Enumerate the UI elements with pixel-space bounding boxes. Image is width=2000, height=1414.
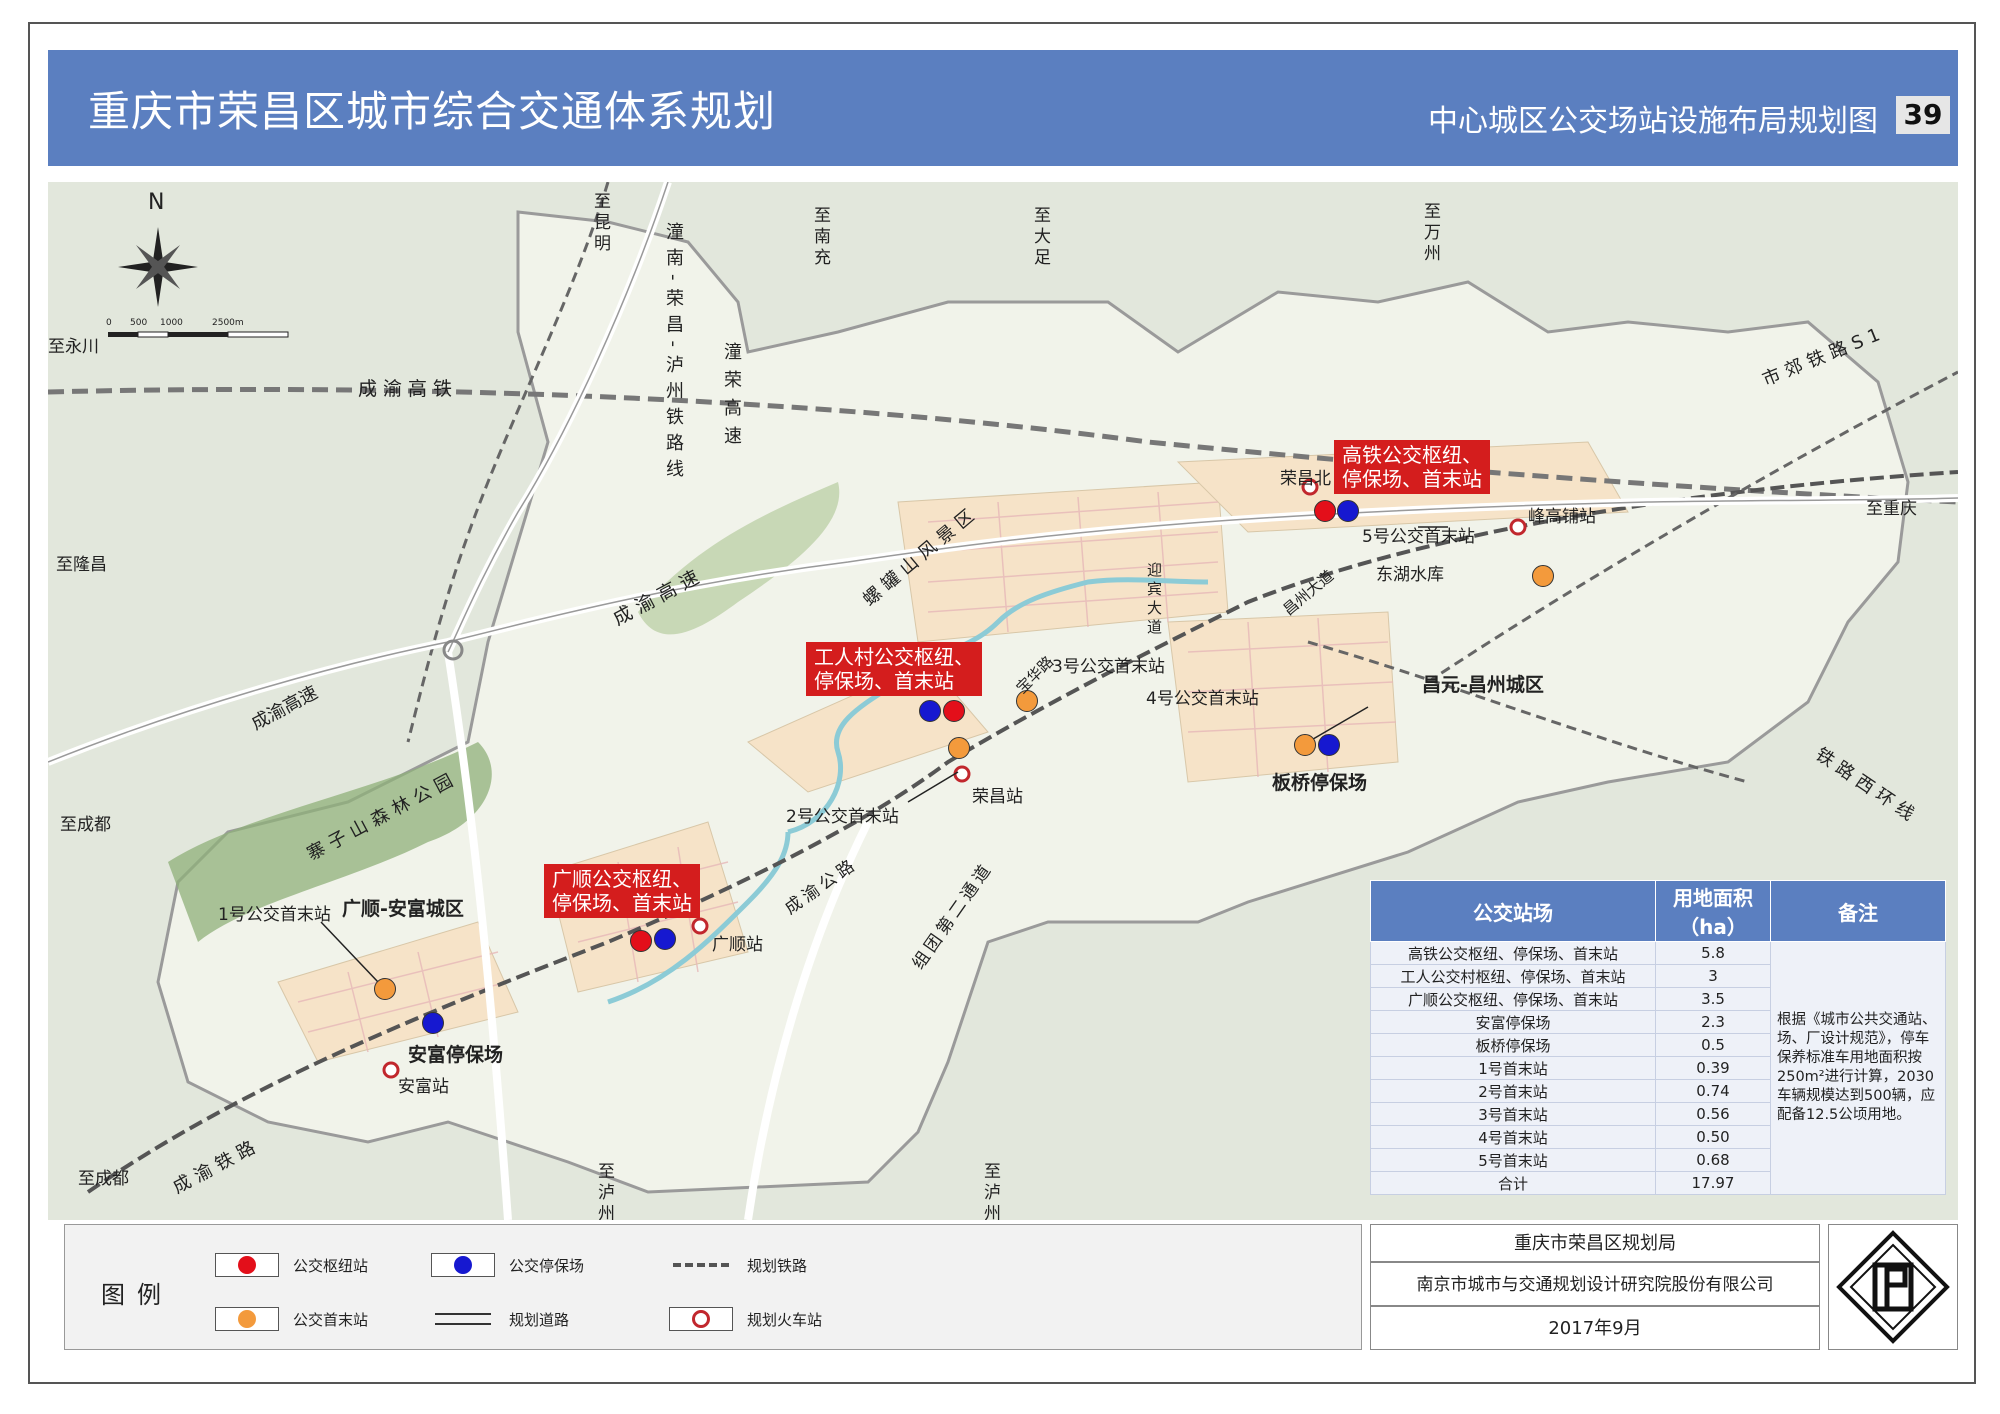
dashed-rail-icon bbox=[669, 1253, 733, 1277]
table-header-station: 公交站场 bbox=[1370, 880, 1656, 942]
legend: 图例 公交枢纽站 公交停保场 规划铁路 公交首末站 规划道路 规划火车站 bbox=[64, 1224, 1362, 1350]
scale-bar bbox=[108, 331, 289, 338]
header-bar: 重庆市荣昌区城市综合交通体系规划 中心城区公交场站设施布局规划图 39 bbox=[48, 50, 1958, 166]
scale-label-0: 0 bbox=[106, 318, 112, 328]
terminal-label-3: 3号公交首末站 bbox=[1052, 657, 1165, 677]
direction-label: 至永川 bbox=[48, 337, 99, 357]
table-header-note: 备注 bbox=[1770, 880, 1946, 942]
hub-icon bbox=[215, 1253, 279, 1277]
page-number: 39 bbox=[1896, 96, 1950, 134]
depot-label-anfu: 安富停保场 bbox=[408, 1044, 504, 1066]
road-icon bbox=[431, 1307, 495, 1331]
scale-label-1000: 1000 bbox=[160, 318, 183, 328]
legend-item-rail: 规划铁路 bbox=[669, 1253, 807, 1277]
terminal-marker-2[interactable] bbox=[948, 737, 970, 759]
hub-label-hsr: 高铁公交枢纽、 停保场、首末站 bbox=[1334, 440, 1490, 494]
direction-label: 至大足 bbox=[1030, 206, 1050, 269]
scale-label-2500: 2500m bbox=[212, 318, 244, 328]
direction-label: 至成都 bbox=[60, 815, 111, 835]
direction-label: 至泸州 bbox=[980, 1162, 1000, 1220]
train-station-icon bbox=[669, 1307, 733, 1331]
direction-label: 至万州 bbox=[1420, 202, 1440, 265]
designer-name: 南京市城市与交通规划设计研究院股份有限公司 bbox=[1370, 1262, 1820, 1306]
terminal-label-4: 4号公交首末站 bbox=[1146, 689, 1259, 709]
road-label: 迎宾大道 bbox=[1145, 562, 1163, 638]
direction-label: 至昆明 bbox=[590, 192, 610, 255]
legend-item-train: 规划火车站 bbox=[669, 1307, 822, 1331]
legend-item-hub: 公交枢纽站 bbox=[215, 1253, 368, 1277]
hub-label-gongren: 工人村公交枢纽、 停保场、首末站 bbox=[806, 642, 982, 696]
direction-label: 至泸州 bbox=[594, 1162, 614, 1220]
hub-marker-hsr[interactable] bbox=[1314, 500, 1336, 522]
area-label: 广顺-安富城区 bbox=[342, 898, 464, 920]
area-label: 昌元-昌州城区 bbox=[1422, 674, 1544, 696]
direction-label: 至隆昌 bbox=[56, 555, 107, 575]
area-label: 东湖水库 bbox=[1376, 565, 1444, 585]
map-subtitle: 中心城区公交场站设施布局规划图 bbox=[1428, 104, 1878, 139]
hub-label-guangshun: 广顺公交枢纽、 停保场、首末站 bbox=[544, 864, 700, 918]
depot-marker-gongren[interactable] bbox=[919, 700, 941, 722]
station-label: 峰高铺站 bbox=[1528, 507, 1596, 527]
direction-label: 至成都 bbox=[78, 1169, 129, 1189]
legend-item-terminal: 公交首末站 bbox=[215, 1307, 368, 1331]
legend-item-road: 规划道路 bbox=[431, 1307, 569, 1331]
north-label: N bbox=[148, 190, 165, 215]
terminal-icon bbox=[215, 1307, 279, 1331]
direction-label: 至重庆 bbox=[1866, 499, 1917, 519]
institute-logo-icon bbox=[1836, 1230, 1950, 1344]
hub-marker-gongren[interactable] bbox=[943, 700, 965, 722]
depot-marker-hsr[interactable] bbox=[1337, 500, 1359, 522]
depot-marker-anfu[interactable] bbox=[422, 1012, 444, 1034]
hub-marker-guangshun[interactable] bbox=[630, 930, 652, 952]
station-label: 荣昌站 bbox=[972, 787, 1023, 807]
page-title: 重庆市荣昌区城市综合交通体系规划 bbox=[88, 87, 777, 136]
road-label: 成渝高铁 bbox=[358, 378, 459, 400]
road-label: 潼南-荣昌-泸州铁路线 bbox=[663, 222, 684, 485]
station-land-table: 公交站场 用地面积（ha） 备注 高铁公交枢纽、停保场、首末站 5.8 根据《城市… bbox=[1370, 880, 1946, 1195]
station-label: 安富站 bbox=[398, 1077, 449, 1097]
road-label: 潼荣高速 bbox=[721, 342, 742, 454]
scale-label-500: 500 bbox=[130, 318, 148, 328]
legend-item-depot: 公交停保场 bbox=[431, 1253, 584, 1277]
institute-logo bbox=[1828, 1224, 1958, 1350]
table-header-area: 用地面积（ha） bbox=[1655, 880, 1771, 942]
terminal-label-5: 5号公交首末站 bbox=[1362, 527, 1475, 547]
issue-date: 2017年9月 bbox=[1370, 1306, 1820, 1350]
terminal-marker-5[interactable] bbox=[1532, 565, 1554, 587]
terminal-marker-1[interactable] bbox=[374, 978, 396, 1000]
station-label: 广顺站 bbox=[712, 935, 763, 955]
client-name: 重庆市荣昌区规划局 bbox=[1370, 1224, 1820, 1262]
station-label: 荣昌北 bbox=[1280, 469, 1331, 489]
credits-block: 重庆市荣昌区规划局 南京市城市与交通规划设计研究院股份有限公司 2017年9月 bbox=[1370, 1224, 1820, 1350]
terminal-label-1: 1号公交首末站 bbox=[218, 905, 331, 925]
depot-label-banqiao: 板桥停保场 bbox=[1272, 772, 1368, 794]
terminal-marker-4[interactable] bbox=[1294, 734, 1316, 756]
depot-icon bbox=[431, 1253, 495, 1277]
depot-marker-banqiao[interactable] bbox=[1318, 734, 1340, 756]
table-row: 高铁公交枢纽、停保场、首末站 5.8 根据《城市公共交通站、场、厂设计规范》，停车… bbox=[1370, 941, 1946, 1195]
legend-title: 图例 bbox=[101, 1281, 173, 1309]
table-note: 根据《城市公共交通站、场、厂设计规范》，停车保养标准车用地面积按250m²进行计… bbox=[1770, 941, 1946, 1195]
terminal-label-2: 2号公交首末站 bbox=[786, 807, 899, 827]
direction-label: 至南充 bbox=[810, 206, 830, 269]
depot-marker-guangshun[interactable] bbox=[654, 928, 676, 950]
